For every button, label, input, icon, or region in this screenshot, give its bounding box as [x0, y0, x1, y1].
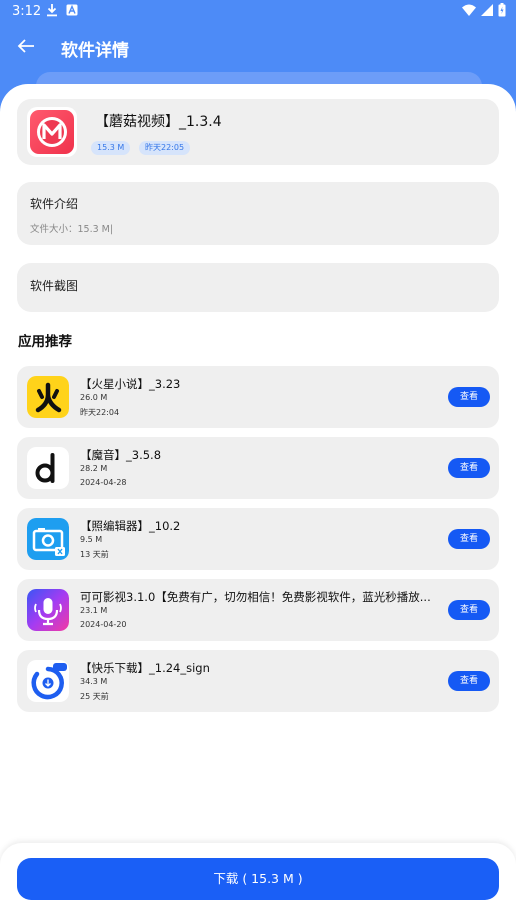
- view-button[interactable]: 查看: [448, 529, 490, 549]
- battery-icon: [498, 3, 506, 21]
- intro-title: 软件介绍: [30, 197, 79, 211]
- screenshots-card[interactable]: 软件截图: [17, 263, 499, 312]
- rec-size: 26.0 M: [80, 393, 108, 402]
- rec-date: 昨天22:04: [80, 408, 120, 417]
- rec-date: 2024-04-20: [80, 620, 127, 629]
- notification-a-icon: [66, 4, 78, 20]
- status-time: 3:12: [12, 4, 42, 19]
- view-button[interactable]: 查看: [448, 600, 490, 620]
- rec-name: 【照编辑器】_10.2: [80, 519, 181, 533]
- page-title: 软件详情: [61, 41, 129, 61]
- size-tag: 15.3 M: [91, 141, 131, 155]
- huoxing-icon: [27, 376, 69, 418]
- download-button[interactable]: 下载 ( 15.3 M ): [17, 858, 499, 900]
- rec-date: 13 天前: [80, 550, 109, 559]
- app-info-card: 【蘑菇视频】_1.3.4 15.3 M 昨天22:05: [17, 99, 499, 165]
- rec-name: 【快乐下载】_1.24_sign: [80, 661, 210, 675]
- list-item[interactable]: 【快乐下载】_1.24_sign 34.3 M 25 天前 查看: [17, 650, 499, 712]
- list-item[interactable]: 【火星小说】_3.23 26.0 M 昨天22:04 查看: [17, 366, 499, 428]
- list-item[interactable]: 【魔音】_3.5.8 28.2 M 2024-04-28 查看: [17, 437, 499, 499]
- camera-icon: [27, 518, 69, 560]
- rec-size: 23.1 M: [80, 606, 108, 615]
- app-bar: 软件详情: [0, 26, 516, 70]
- rec-name: 【火星小说】_3.23: [80, 377, 181, 391]
- rec-date: 25 天前: [80, 692, 109, 701]
- microphone-icon: [27, 589, 69, 631]
- file-size-text: 文件大小：15.3 M|: [30, 224, 114, 235]
- rec-size: 34.3 M: [80, 677, 108, 686]
- wifi-icon: [462, 4, 476, 20]
- rec-name: 可可影视3.1.0【免费有广，切勿相信！免费影视软件，蓝光秒播放...: [80, 590, 431, 604]
- download-circle-icon: [27, 660, 69, 702]
- rec-size: 9.5 M: [80, 535, 103, 544]
- view-button[interactable]: 查看: [448, 458, 490, 478]
- recommend-title: 应用推荐: [18, 334, 72, 350]
- rec-date: 2024-04-28: [80, 478, 127, 487]
- rec-name: 【魔音】_3.5.8: [80, 448, 162, 462]
- time-tag: 昨天22:05: [139, 141, 191, 155]
- view-button[interactable]: 查看: [448, 387, 490, 407]
- arrow-left-icon: [17, 38, 35, 58]
- back-button[interactable]: [12, 34, 40, 62]
- moyin-d-icon: [27, 447, 69, 489]
- rec-size: 28.2 M: [80, 464, 108, 473]
- intro-card: 软件介绍 文件大小：15.3 M|: [17, 182, 499, 245]
- download-status-icon: [46, 3, 58, 21]
- screenshots-title: 软件截图: [30, 279, 79, 293]
- view-button[interactable]: 查看: [448, 671, 490, 691]
- signal-icon: [481, 4, 493, 20]
- list-item[interactable]: 【照编辑器】_10.2 9.5 M 13 天前 查看: [17, 508, 499, 570]
- mogu-m-icon: [27, 107, 77, 157]
- status-bar: 3:12: [0, 0, 516, 24]
- app-name: 【蘑菇视频】_1.3.4: [95, 114, 222, 130]
- list-item[interactable]: 可可影视3.1.0【免费有广，切勿相信！免费影视软件，蓝光秒播放... 23.1…: [17, 579, 499, 641]
